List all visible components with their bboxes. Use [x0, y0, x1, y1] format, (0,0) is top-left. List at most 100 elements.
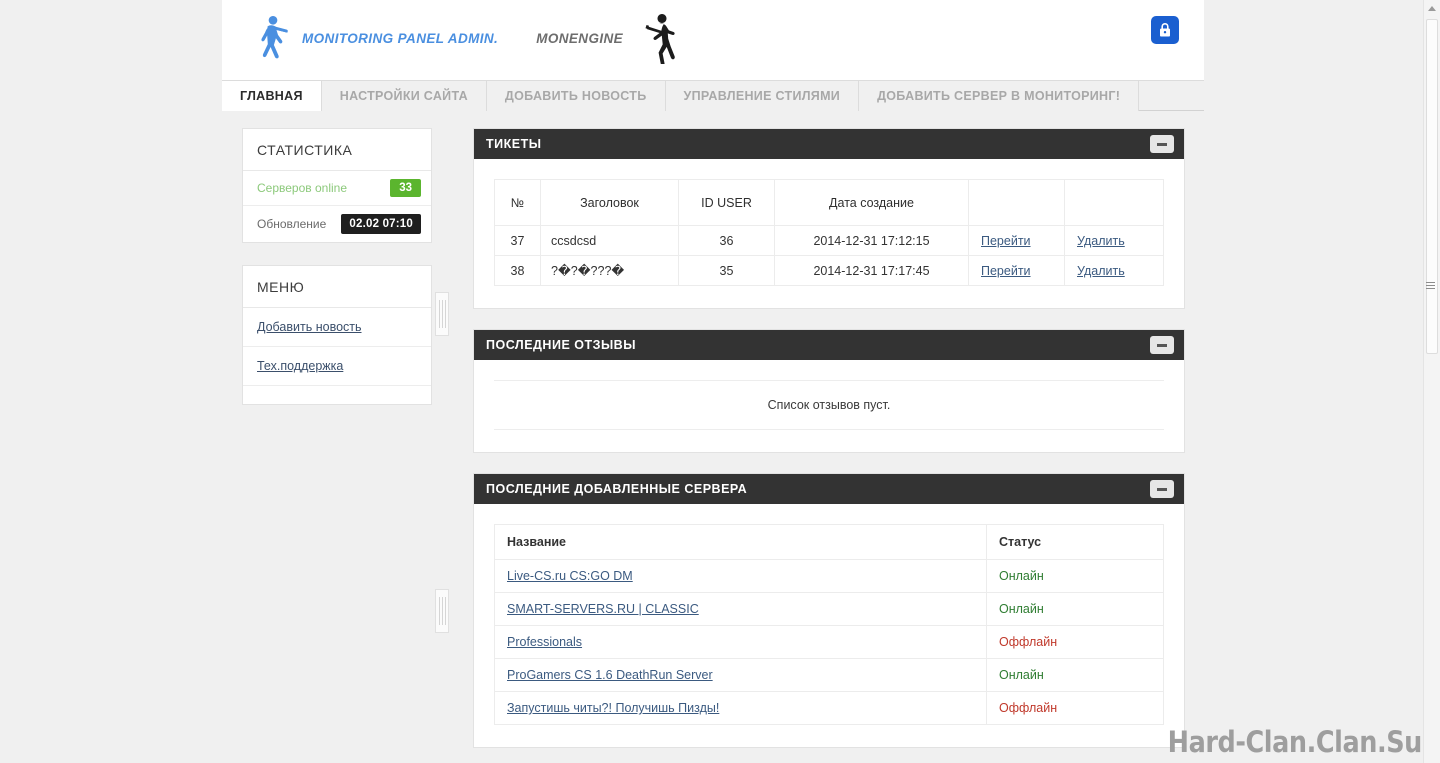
server-name-cell: Live-CS.ru CS:GO DM [494, 559, 987, 593]
menu-spacer [243, 386, 431, 404]
stats-title: СТАТИСТИКА [243, 129, 431, 171]
table-header-row: № Заголовок ID USER Дата создание [494, 179, 1164, 226]
col-date: Дата создание [774, 179, 969, 226]
minimize-icon[interactable] [1150, 480, 1174, 498]
tickets-panel-title: ТИКЕТЫ [486, 137, 542, 151]
server-link[interactable]: Professionals [507, 635, 582, 649]
page-scrollbar[interactable] [1423, 0, 1440, 763]
site-watermark: Hard-Clan.Clan.Su [1167, 725, 1423, 759]
terrorist-icon [645, 14, 675, 64]
ticket-goto-cell: Перейти [968, 255, 1065, 286]
scrollbar-grip-icon [1426, 282, 1435, 289]
server-status: Онлайн [986, 592, 1164, 626]
latest-servers-panel-title: ПОСЛЕДНИЕ ДОБАВЛЕННЫЕ СЕРВЕРА [486, 482, 748, 496]
server-status: Оффлайн [986, 625, 1164, 659]
site-logo: MONITORING PANEL ADMIN. MONENGINE [256, 12, 679, 64]
reviews-empty-message: Список отзывов пуст. [494, 380, 1164, 430]
server-link[interactable]: ProGamers CS 1.6 DeathRun Server [507, 668, 713, 682]
site-header: MONITORING PANEL ADMIN. MONENGINE [222, 0, 1204, 80]
menu-card: МЕНЮ Добавить новость Тех.поддержка [242, 265, 432, 405]
sidebar-resize-grip-top[interactable] [435, 292, 449, 336]
stats-card: СТАТИСТИКА Серверов online 33 Обновление… [242, 128, 432, 243]
counter-terrorist-icon [261, 16, 288, 59]
ticket-id-user: 35 [678, 255, 775, 286]
stats-badge-update: 02.02 07:10 [341, 214, 421, 234]
tickets-panel: ТИКЕТЫ № Заголовок ID USER Дата создание [473, 128, 1185, 309]
reviews-panel-body: Список отзывов пуст. [474, 360, 1184, 452]
table-row: Professionals Оффлайн [494, 625, 1164, 659]
logo-primary-text: MONITORING PANEL ADMIN. [302, 30, 499, 46]
lock-button[interactable] [1151, 16, 1179, 44]
sidebar: СТАТИСТИКА Серверов online 33 Обновление… [242, 128, 432, 427]
stats-label-servers-online: Серверов online [257, 181, 348, 195]
server-status: Онлайн [986, 559, 1164, 593]
main-tabbar: ГЛАВНАЯ НАСТРОЙКИ САЙТА ДОБАВИТЬ НОВОСТЬ… [222, 80, 1204, 111]
ticket-delete-link[interactable]: Удалить [1077, 264, 1125, 278]
tickets-panel-body: № Заголовок ID USER Дата создание 37 ccs… [474, 159, 1184, 308]
table-row: Live-CS.ru CS:GO DM Онлайн [494, 559, 1164, 593]
tab-dobavit-novost[interactable]: ДОБАВИТЬ НОВОСТЬ [486, 81, 666, 111]
table-row: SMART-SERVERS.RU | CLASSIC Онлайн [494, 592, 1164, 626]
minimize-icon[interactable] [1150, 336, 1174, 354]
scroll-up-arrow-icon[interactable] [1424, 0, 1440, 17]
col-server-name: Название [494, 524, 987, 560]
ticket-id-user: 36 [678, 225, 775, 256]
sidebar-item-label: Тех.поддержка [257, 359, 344, 373]
reviews-panel: ПОСЛЕДНИЕ ОТЗЫВЫ Список отзывов пуст. [473, 329, 1185, 453]
ticket-delete-cell: Удалить [1064, 225, 1164, 256]
latest-servers-panel-body: Название Статус Live-CS.ru CS:GO DM Онла… [474, 504, 1184, 747]
table-row: Запустишь читы?! Получишь Пизды! Оффлайн [494, 691, 1164, 725]
latest-servers-table: Название Статус Live-CS.ru CS:GO DM Онла… [494, 524, 1164, 725]
table-header-row: Название Статус [494, 524, 1164, 560]
browser-viewport: MONITORING PANEL ADMIN. MONENGINE ГЛАВНА… [0, 0, 1440, 763]
tab-nastroyki-sayta[interactable]: НАСТРОЙКИ САЙТА [321, 81, 487, 111]
tab-glavnaya[interactable]: ГЛАВНАЯ [222, 81, 322, 111]
sidebar-item-tech-support[interactable]: Тех.поддержка [243, 347, 431, 386]
server-link[interactable]: Live-CS.ru CS:GO DM [507, 569, 633, 583]
server-name-cell: Запустишь читы?! Получишь Пизды! [494, 691, 987, 725]
server-status: Оффлайн [986, 691, 1164, 725]
sidebar-item-label: Добавить новость [257, 320, 362, 334]
scrollbar-thumb[interactable] [1426, 19, 1438, 354]
table-row: 38 ?�?�???� 35 2014-12-31 17:17:45 Перей… [494, 255, 1164, 286]
table-row: 37 ccsdcsd 36 2014-12-31 17:12:15 Перейт… [494, 225, 1164, 256]
page-body: СТАТИСТИКА Серверов online 33 Обновление… [222, 111, 1204, 763]
sidebar-resize-grip-bottom[interactable] [435, 589, 449, 633]
tickets-table: № Заголовок ID USER Дата создание 37 ccs… [494, 179, 1164, 286]
col-num: № [494, 179, 541, 226]
reviews-panel-header: ПОСЛЕДНИЕ ОТЗЫВЫ [474, 330, 1184, 360]
ticket-date: 2014-12-31 17:17:45 [774, 255, 969, 286]
col-title: Заголовок [540, 179, 679, 226]
sidebar-item-add-news[interactable]: Добавить новость [243, 308, 431, 347]
logo-secondary-text: MONENGINE [536, 30, 624, 46]
col-id-user: ID USER [678, 179, 775, 226]
lock-icon [1160, 23, 1170, 37]
server-name-cell: Professionals [494, 625, 987, 659]
ticket-date: 2014-12-31 17:12:15 [774, 225, 969, 256]
tab-dobavit-server[interactable]: ДОБАВИТЬ СЕРВЕР В МОНИТОРИНГ! [859, 81, 1140, 111]
server-link[interactable]: Запустишь читы?! Получишь Пизды! [507, 701, 719, 715]
server-name-cell: SMART-SERVERS.RU | CLASSIC [494, 592, 987, 626]
server-status: Онлайн [986, 658, 1164, 692]
tickets-panel-header: ТИКЕТЫ [474, 129, 1184, 159]
ticket-title: ?�?�???� [540, 255, 679, 286]
stats-badge-servers-online: 33 [390, 179, 421, 197]
col-delete [1064, 179, 1164, 226]
minimize-icon[interactable] [1150, 135, 1174, 153]
latest-servers-panel-header: ПОСЛЕДНИЕ ДОБАВЛЕННЫЕ СЕРВЕРА [474, 474, 1184, 504]
tabbar-filler [1139, 81, 1204, 110]
col-server-status: Статус [986, 524, 1164, 560]
main-column: ТИКЕТЫ № Заголовок ID USER Дата создание [473, 128, 1185, 763]
ticket-title: ccsdcsd [540, 225, 679, 256]
ticket-goto-cell: Перейти [968, 225, 1065, 256]
server-link[interactable]: SMART-SERVERS.RU | CLASSIC [507, 602, 699, 616]
col-goto [968, 179, 1065, 226]
ticket-goto-link[interactable]: Перейти [981, 234, 1031, 248]
ticket-delete-link[interactable]: Удалить [1077, 234, 1125, 248]
latest-servers-panel: ПОСЛЕДНИЕ ДОБАВЛЕННЫЕ СЕРВЕРА Название С… [473, 473, 1185, 748]
menu-title: МЕНЮ [243, 266, 431, 308]
tab-upravlenie-stilyami[interactable]: УПРАВЛЕНИЕ СТИЛЯМИ [665, 81, 860, 111]
ticket-goto-link[interactable]: Перейти [981, 264, 1031, 278]
ticket-num: 37 [494, 225, 541, 256]
stats-label-update: Обновление [257, 217, 327, 231]
